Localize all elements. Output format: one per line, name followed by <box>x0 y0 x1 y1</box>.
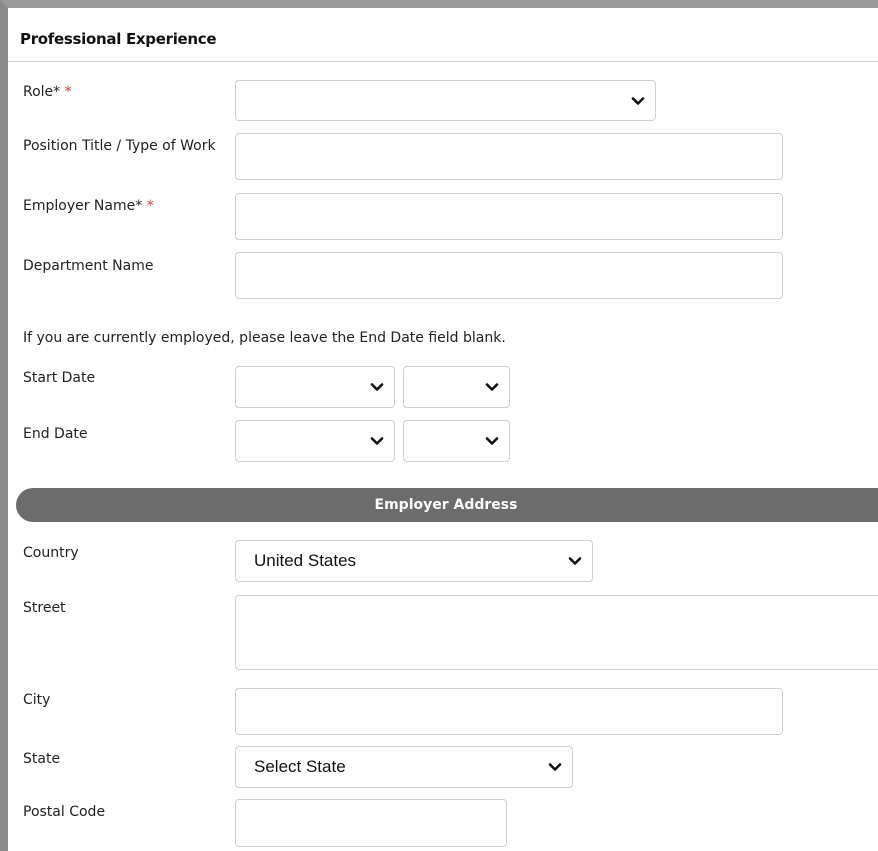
chevron-down-icon <box>568 557 582 565</box>
employer-name-input[interactable] <box>235 193 783 240</box>
chevron-down-icon <box>485 383 499 391</box>
department-label: Department Name <box>23 258 154 274</box>
chevron-down-icon <box>548 763 562 771</box>
state-select[interactable]: Select State <box>235 746 573 788</box>
department-name-input[interactable] <box>235 252 783 299</box>
employer-address-header: Employer Address <box>16 488 878 522</box>
state-label: State <box>23 751 61 767</box>
city-label: City <box>23 692 51 708</box>
section-header: Professional Experience <box>8 8 878 62</box>
required-marker: * <box>64 84 72 100</box>
required-marker: * <box>146 198 154 214</box>
end-year-select[interactable] <box>403 420 510 462</box>
postal-code-input[interactable] <box>235 799 507 847</box>
chevron-down-icon <box>370 383 384 391</box>
postal-code-label: Postal Code <box>23 804 106 820</box>
state-select-value: Select State <box>254 757 346 776</box>
end-month-select[interactable] <box>235 420 395 462</box>
chevron-down-icon <box>631 96 645 105</box>
role-select[interactable] <box>235 80 656 121</box>
country-select-value: United States <box>254 551 357 570</box>
employer-address-title: Employer Address <box>374 497 518 513</box>
country-select[interactable]: United States <box>235 540 593 582</box>
street-label: Street <box>23 600 66 616</box>
employer-label: Employer Name* * <box>23 196 213 217</box>
end-date-label: End Date <box>23 426 88 442</box>
start-year-select[interactable] <box>403 366 510 408</box>
role-label-text: Role* <box>23 84 61 100</box>
end-date-note: If you are currently employed, please le… <box>23 330 506 346</box>
street-textarea[interactable] <box>235 595 878 670</box>
start-date-label: Start Date <box>23 370 96 386</box>
chevron-down-icon <box>370 437 384 445</box>
country-label: Country <box>23 545 79 561</box>
city-input[interactable] <box>235 688 783 735</box>
start-month-select[interactable] <box>235 366 395 408</box>
employer-label-text: Employer Name* <box>23 198 143 214</box>
position-title-input[interactable] <box>235 133 783 180</box>
section-title: Professional Experience <box>20 30 217 48</box>
position-label: Position Title / Type of Work <box>23 138 216 154</box>
chevron-down-icon <box>485 437 499 445</box>
role-label: Role* * <box>23 82 213 103</box>
